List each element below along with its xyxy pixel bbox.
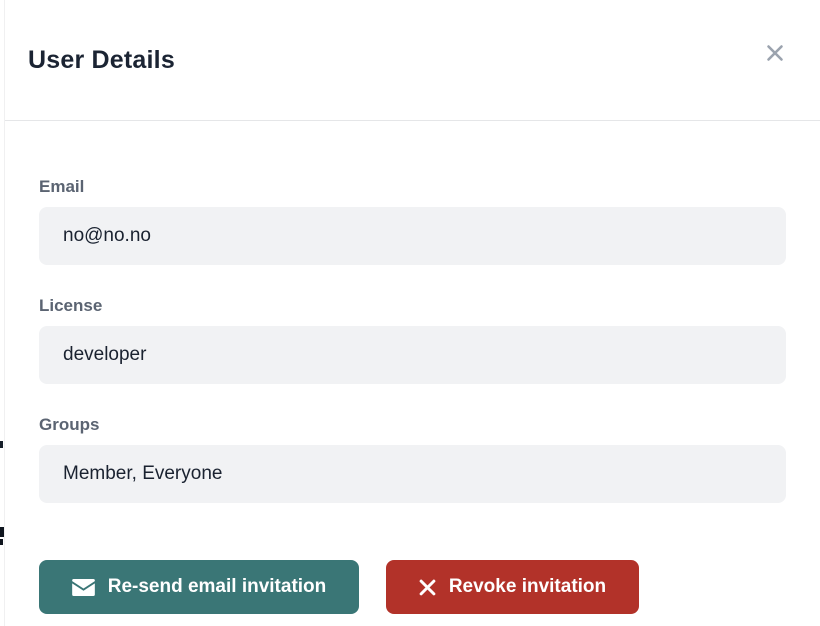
groups-value: Member, Everyone <box>63 463 222 485</box>
license-label: License <box>39 297 786 315</box>
x-icon <box>419 579 436 596</box>
revoke-button-label: Revoke invitation <box>449 576 606 598</box>
resend-button-label: Re-send email invitation <box>108 576 327 598</box>
revoke-invitation-button[interactable]: Revoke invitation <box>386 560 639 614</box>
background-page-artifact <box>0 539 3 545</box>
close-icon <box>764 52 786 67</box>
modal-header: User Details <box>5 0 820 121</box>
groups-field[interactable]: Member, Everyone <box>39 445 786 503</box>
button-row: Re-send email invitation Revoke invitati… <box>39 528 786 614</box>
close-button[interactable] <box>760 38 790 68</box>
field-group-email: Email no@no.no <box>39 178 786 265</box>
email-label: Email <box>39 178 786 196</box>
email-field[interactable]: no@no.no <box>39 207 786 265</box>
modal-body: Email no@no.no License developer Groups … <box>5 121 820 614</box>
groups-label: Groups <box>39 416 786 434</box>
envelope-icon <box>72 579 95 596</box>
email-value: no@no.no <box>63 225 151 247</box>
background-page-artifact <box>0 441 3 448</box>
license-value: developer <box>63 344 146 366</box>
field-group-license: License developer <box>39 297 786 384</box>
field-group-groups: Groups Member, Everyone <box>39 416 786 503</box>
modal-title: User Details <box>28 46 175 75</box>
user-details-modal: User Details Email no@no.no License deve… <box>4 0 820 626</box>
resend-invitation-button[interactable]: Re-send email invitation <box>39 560 359 614</box>
license-field[interactable]: developer <box>39 326 786 384</box>
